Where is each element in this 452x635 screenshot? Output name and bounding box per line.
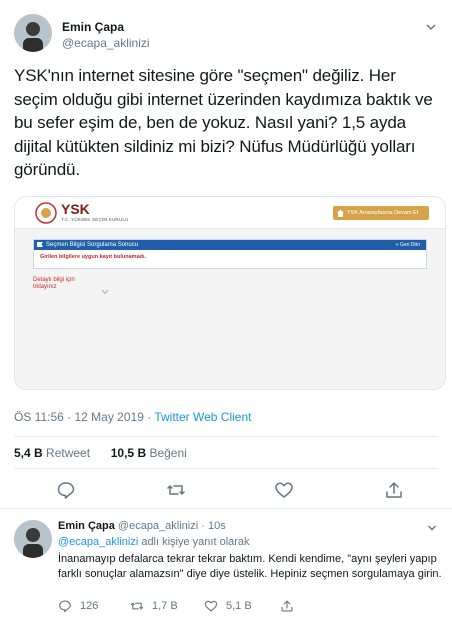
reply-age[interactable]: 10s: [208, 520, 226, 532]
like-label: Beğeni: [149, 446, 187, 460]
tweet-meta: ÖS 11:56 · 12 May 2019 · Twitter Web Cli…: [14, 410, 251, 424]
share-icon[interactable]: [384, 480, 404, 500]
author-handle[interactable]: @ecapa_aklinizi: [62, 36, 150, 50]
reply-retweet-action[interactable]: 1,7 B: [130, 598, 178, 614]
replying-to: @ecapa_aklinizi adlı kişiye yanıt olarak: [58, 536, 250, 548]
retweet-icon: [130, 602, 144, 610]
detail-link: Detaylı bilgi için tıklayınız: [33, 277, 75, 290]
retweet-count: 5,4 B: [14, 446, 43, 460]
reply-icon[interactable]: [56, 480, 76, 500]
tweet-actions: [0, 480, 452, 502]
ysk-home-button: YSK Anasayfasına Devam Et: [333, 206, 429, 220]
heart-icon: [204, 600, 218, 612]
divider: [14, 468, 438, 469]
retweet-label: Retweet: [46, 446, 91, 460]
ysk-logo-title: YSK: [61, 201, 90, 217]
chevron-down-icon[interactable]: [424, 20, 438, 34]
tweet-header: Emin Çapa @ecapa_aklinizi: [14, 14, 438, 54]
share-icon: [281, 600, 293, 612]
panel-title: Seçmen Bilgisi Sorgulama Sonucu: [46, 242, 139, 248]
home-icon: [337, 209, 344, 217]
heart-icon[interactable]: [274, 480, 294, 500]
flag-icon: [37, 242, 43, 247]
ysk-header: YSK T.C. YÜKSEK SEÇİM KURULU YSK Anasayf…: [15, 197, 445, 229]
tweet-text: YSK'nın internet sitesine göre "seçmen" …: [14, 66, 433, 179]
chevron-down-icon: [101, 289, 109, 295]
panel-back-label: Geri Dön: [399, 242, 420, 248]
reply-like-action[interactable]: 5,1 B: [204, 598, 252, 614]
tweet-client[interactable]: Twitter Web Client: [154, 410, 251, 424]
divider: [14, 436, 438, 437]
result-panel: Seçmen Bilgisi Sorgulama Sonucu « Geri D…: [33, 239, 427, 269]
reply-count: 126: [80, 600, 99, 612]
reply-share-action[interactable]: [280, 598, 302, 614]
tweet-stats: 5,4 B Retweet 10,5 B Beğeni: [14, 446, 187, 460]
reply-author-handle[interactable]: @ecapa_aklinizi: [118, 520, 198, 532]
author-name[interactable]: Emin Çapa: [62, 20, 124, 34]
reply-author-name[interactable]: Emin Çapa: [58, 520, 115, 532]
replying-suffix: adlı kişiye yanıt olarak: [138, 536, 250, 548]
reply-like-count: 5,1 B: [226, 600, 252, 612]
tweet-time[interactable]: ÖS 11:56: [14, 410, 64, 424]
ysk-home-label: YSK Anasayfasına Devam Et: [347, 210, 419, 216]
reply-retweet-count: 1,7 B: [152, 600, 178, 612]
meta-separator: ·: [143, 410, 155, 424]
ysk-emblem-icon: [35, 202, 57, 224]
divider: [0, 508, 452, 509]
reply-reply-action[interactable]: 126: [58, 598, 98, 614]
reply-icon: [59, 600, 71, 613]
reply-actions: 126 1,7 B 5,1 B: [58, 598, 318, 614]
panel-error-message: Girilen bilgilere uygun kayıt bulunamadı…: [40, 254, 147, 260]
tweet-media-image[interactable]: YSK T.C. YÜKSEK SEÇİM KURULU YSK Anasayf…: [14, 196, 446, 390]
replying-mention[interactable]: @ecapa_aklinizi: [58, 536, 138, 548]
like-count: 10,5 B: [110, 446, 147, 460]
reply-header: Emin Çapa @ecapa_aklinizi · 10s: [58, 520, 226, 532]
ysk-logo-subtitle: T.C. YÜKSEK SEÇİM KURULU: [61, 217, 129, 222]
panel-header: Seçmen Bilgisi Sorgulama Sonucu « Geri D…: [34, 240, 426, 250]
avatar[interactable]: [14, 14, 52, 52]
retweet-stat[interactable]: 5,4 B Retweet: [14, 446, 90, 460]
meta-separator: ·: [63, 410, 75, 424]
like-stat[interactable]: 10,5 B Beğeni: [111, 446, 187, 460]
retweet-icon[interactable]: [166, 480, 186, 500]
chevron-down-icon[interactable]: [426, 522, 438, 534]
tweet-date[interactable]: 12 May 2019: [74, 410, 143, 424]
reply-separator: ·: [198, 520, 208, 532]
avatar[interactable]: [14, 520, 52, 558]
panel-back: « Geri Dön: [395, 242, 420, 248]
reply-text: İnanamayıp defalarca tekrar tekrar baktı…: [58, 553, 442, 580]
